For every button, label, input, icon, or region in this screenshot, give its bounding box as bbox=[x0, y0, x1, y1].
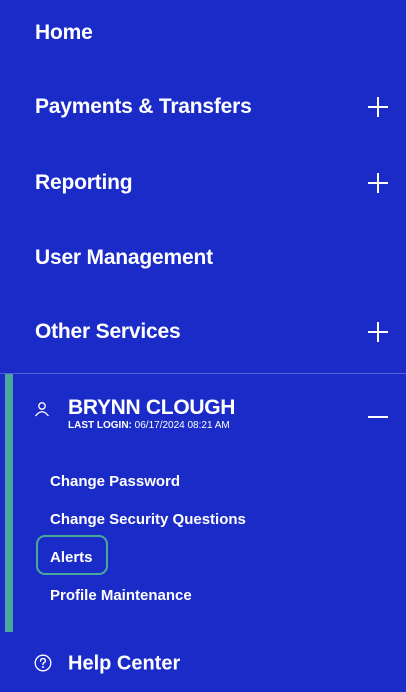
submenu-change-password[interactable]: Change Password bbox=[50, 473, 180, 490]
nav-item-label: User Management bbox=[35, 246, 213, 269]
submenu-profile-maintenance[interactable]: Profile Maintenance bbox=[50, 587, 192, 604]
user-account-section: BRYNN CLOUGH LAST LOGIN: 06/17/2024 08:2… bbox=[0, 374, 406, 632]
user-account-header[interactable]: BRYNN CLOUGH LAST LOGIN: 06/17/2024 08:2… bbox=[0, 396, 406, 440]
side-navigation-menu: Home Payments & Transfers Reporting User… bbox=[0, 0, 406, 692]
plus-icon[interactable] bbox=[368, 173, 388, 193]
nav-item-home[interactable]: Home bbox=[0, 13, 406, 53]
submenu-change-security-questions[interactable]: Change Security Questions bbox=[50, 511, 246, 528]
last-login-value: 06/17/2024 08:21 AM bbox=[134, 420, 230, 431]
user-icon bbox=[34, 402, 50, 417]
plus-icon[interactable] bbox=[368, 322, 388, 342]
plus-icon[interactable] bbox=[368, 97, 388, 117]
nav-item-label: Payments & Transfers bbox=[35, 95, 252, 118]
question-circle-icon bbox=[34, 654, 52, 672]
help-center-label: Help Center bbox=[68, 652, 181, 675]
nav-item-reporting[interactable]: Reporting bbox=[0, 163, 406, 203]
last-login-text: LAST LOGIN: 06/17/2024 08:21 AM bbox=[68, 420, 230, 431]
nav-item-user-management[interactable]: User Management bbox=[0, 238, 406, 278]
last-login-label: LAST LOGIN: bbox=[68, 420, 132, 431]
nav-item-label: Home bbox=[35, 21, 93, 44]
minus-icon[interactable] bbox=[368, 416, 388, 418]
submenu-alerts[interactable]: Alerts bbox=[50, 549, 93, 566]
nav-item-help-center[interactable]: Help Center bbox=[0, 645, 406, 683]
nav-item-other-services[interactable]: Other Services bbox=[0, 312, 406, 352]
nav-item-label: Reporting bbox=[35, 171, 133, 194]
nav-item-label: Other Services bbox=[35, 320, 181, 343]
user-name: BRYNN CLOUGH bbox=[68, 396, 236, 419]
nav-item-payments-transfers[interactable]: Payments & Transfers bbox=[0, 87, 406, 127]
